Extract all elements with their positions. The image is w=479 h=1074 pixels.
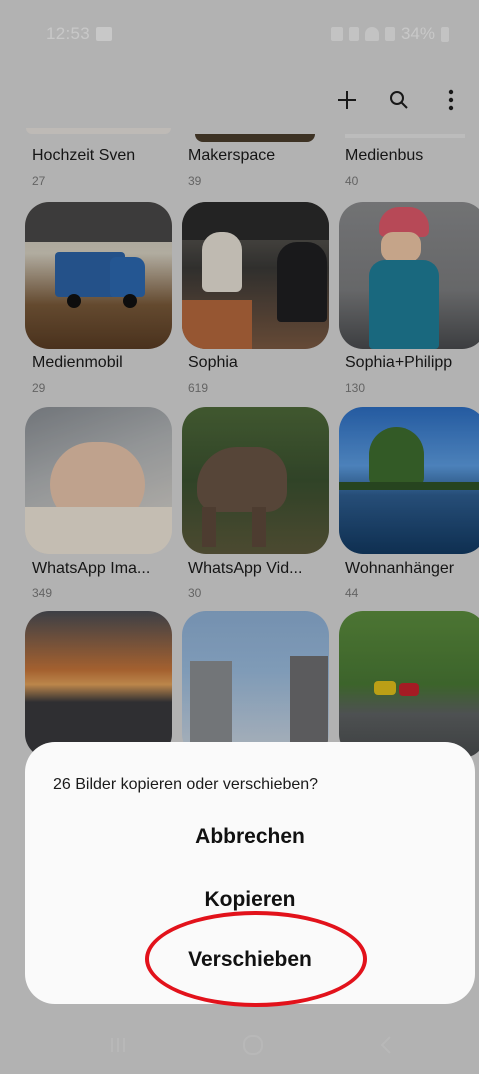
status-icons: 34% (330, 24, 449, 44)
toolbar (333, 82, 465, 118)
battery-icon (441, 26, 449, 42)
album-count: 349 (32, 586, 53, 600)
battery-percent: 34% (400, 24, 435, 43)
copy-move-dialog: 26 Bilder kopieren oder verschieben? Abb… (25, 742, 475, 1004)
album-sophia[interactable] (182, 202, 329, 349)
album-count: 30 (188, 586, 202, 600)
status-bar: 12:53 34% (0, 0, 479, 72)
back-icon[interactable] (372, 1030, 402, 1060)
album-count: 40 (345, 174, 359, 188)
mute-icon (348, 27, 359, 41)
album-thumbnail[interactable] (339, 611, 479, 758)
album-count: 39 (188, 174, 202, 188)
dialog-question: 26 Bilder kopieren oder verschieben? (53, 776, 319, 793)
album-thumbnail[interactable] (339, 407, 479, 554)
thumb-edge-3 (345, 134, 465, 138)
album-name[interactable]: Medienmobil (32, 354, 123, 372)
album-name[interactable]: Wohnanhänger (345, 560, 454, 578)
album-count: 29 (32, 381, 46, 395)
album-name[interactable]: Medienbus (345, 147, 423, 165)
navigation-bar (0, 1014, 479, 1074)
album-whatsapp-videos[interactable] (182, 407, 329, 554)
thumb-edge-1 (26, 128, 171, 134)
album-name[interactable]: WhatsApp Vid... (188, 560, 302, 578)
thumb-edge-2 (195, 134, 315, 142)
more-options-icon[interactable] (437, 82, 465, 118)
add-icon[interactable] (333, 82, 361, 118)
signal-icon (384, 27, 395, 41)
clock: 12:53 (46, 24, 91, 43)
album-thumbnail[interactable] (25, 202, 172, 349)
album-name[interactable]: Sophia (188, 354, 238, 372)
album-name[interactable]: Makerspace (188, 147, 275, 165)
album-sophia-philipp[interactable] (339, 202, 479, 349)
album-name[interactable]: Hochzeit Sven (32, 147, 135, 165)
album-thumbnail[interactable] (182, 407, 329, 554)
album-thumbnail[interactable] (182, 611, 329, 758)
album-count: 619 (188, 381, 209, 395)
album-thumbnail[interactable] (25, 407, 172, 554)
cancel-button[interactable]: Abbrechen (25, 825, 475, 849)
album-wohnanhaenger[interactable] (339, 407, 479, 554)
move-button[interactable]: Verschieben (25, 948, 475, 972)
search-icon[interactable] (385, 82, 413, 118)
copy-button[interactable]: Kopieren (25, 888, 475, 912)
album-whatsapp-images[interactable] (25, 407, 172, 554)
battery-saver-icon (330, 27, 343, 41)
album-thumbnail[interactable] (182, 202, 329, 349)
album-medienmobil[interactable] (25, 202, 172, 349)
album-unnamed-1[interactable] (25, 611, 172, 758)
album-count: 44 (345, 586, 359, 600)
wifi-icon (364, 27, 379, 41)
album-count: 130 (345, 381, 366, 395)
album-unnamed-3[interactable] (339, 611, 479, 758)
album-thumbnail[interactable] (25, 611, 172, 758)
recent-apps-icon[interactable] (103, 1030, 133, 1060)
album-count: 27 (32, 174, 46, 188)
album-name[interactable]: WhatsApp Ima... (32, 560, 150, 578)
album-unnamed-2[interactable] (182, 611, 329, 758)
album-name[interactable]: Sophia+Philipp (345, 354, 452, 372)
home-icon[interactable] (238, 1030, 268, 1060)
gallery-notification-icon (96, 27, 112, 41)
album-thumbnail[interactable] (339, 202, 479, 349)
